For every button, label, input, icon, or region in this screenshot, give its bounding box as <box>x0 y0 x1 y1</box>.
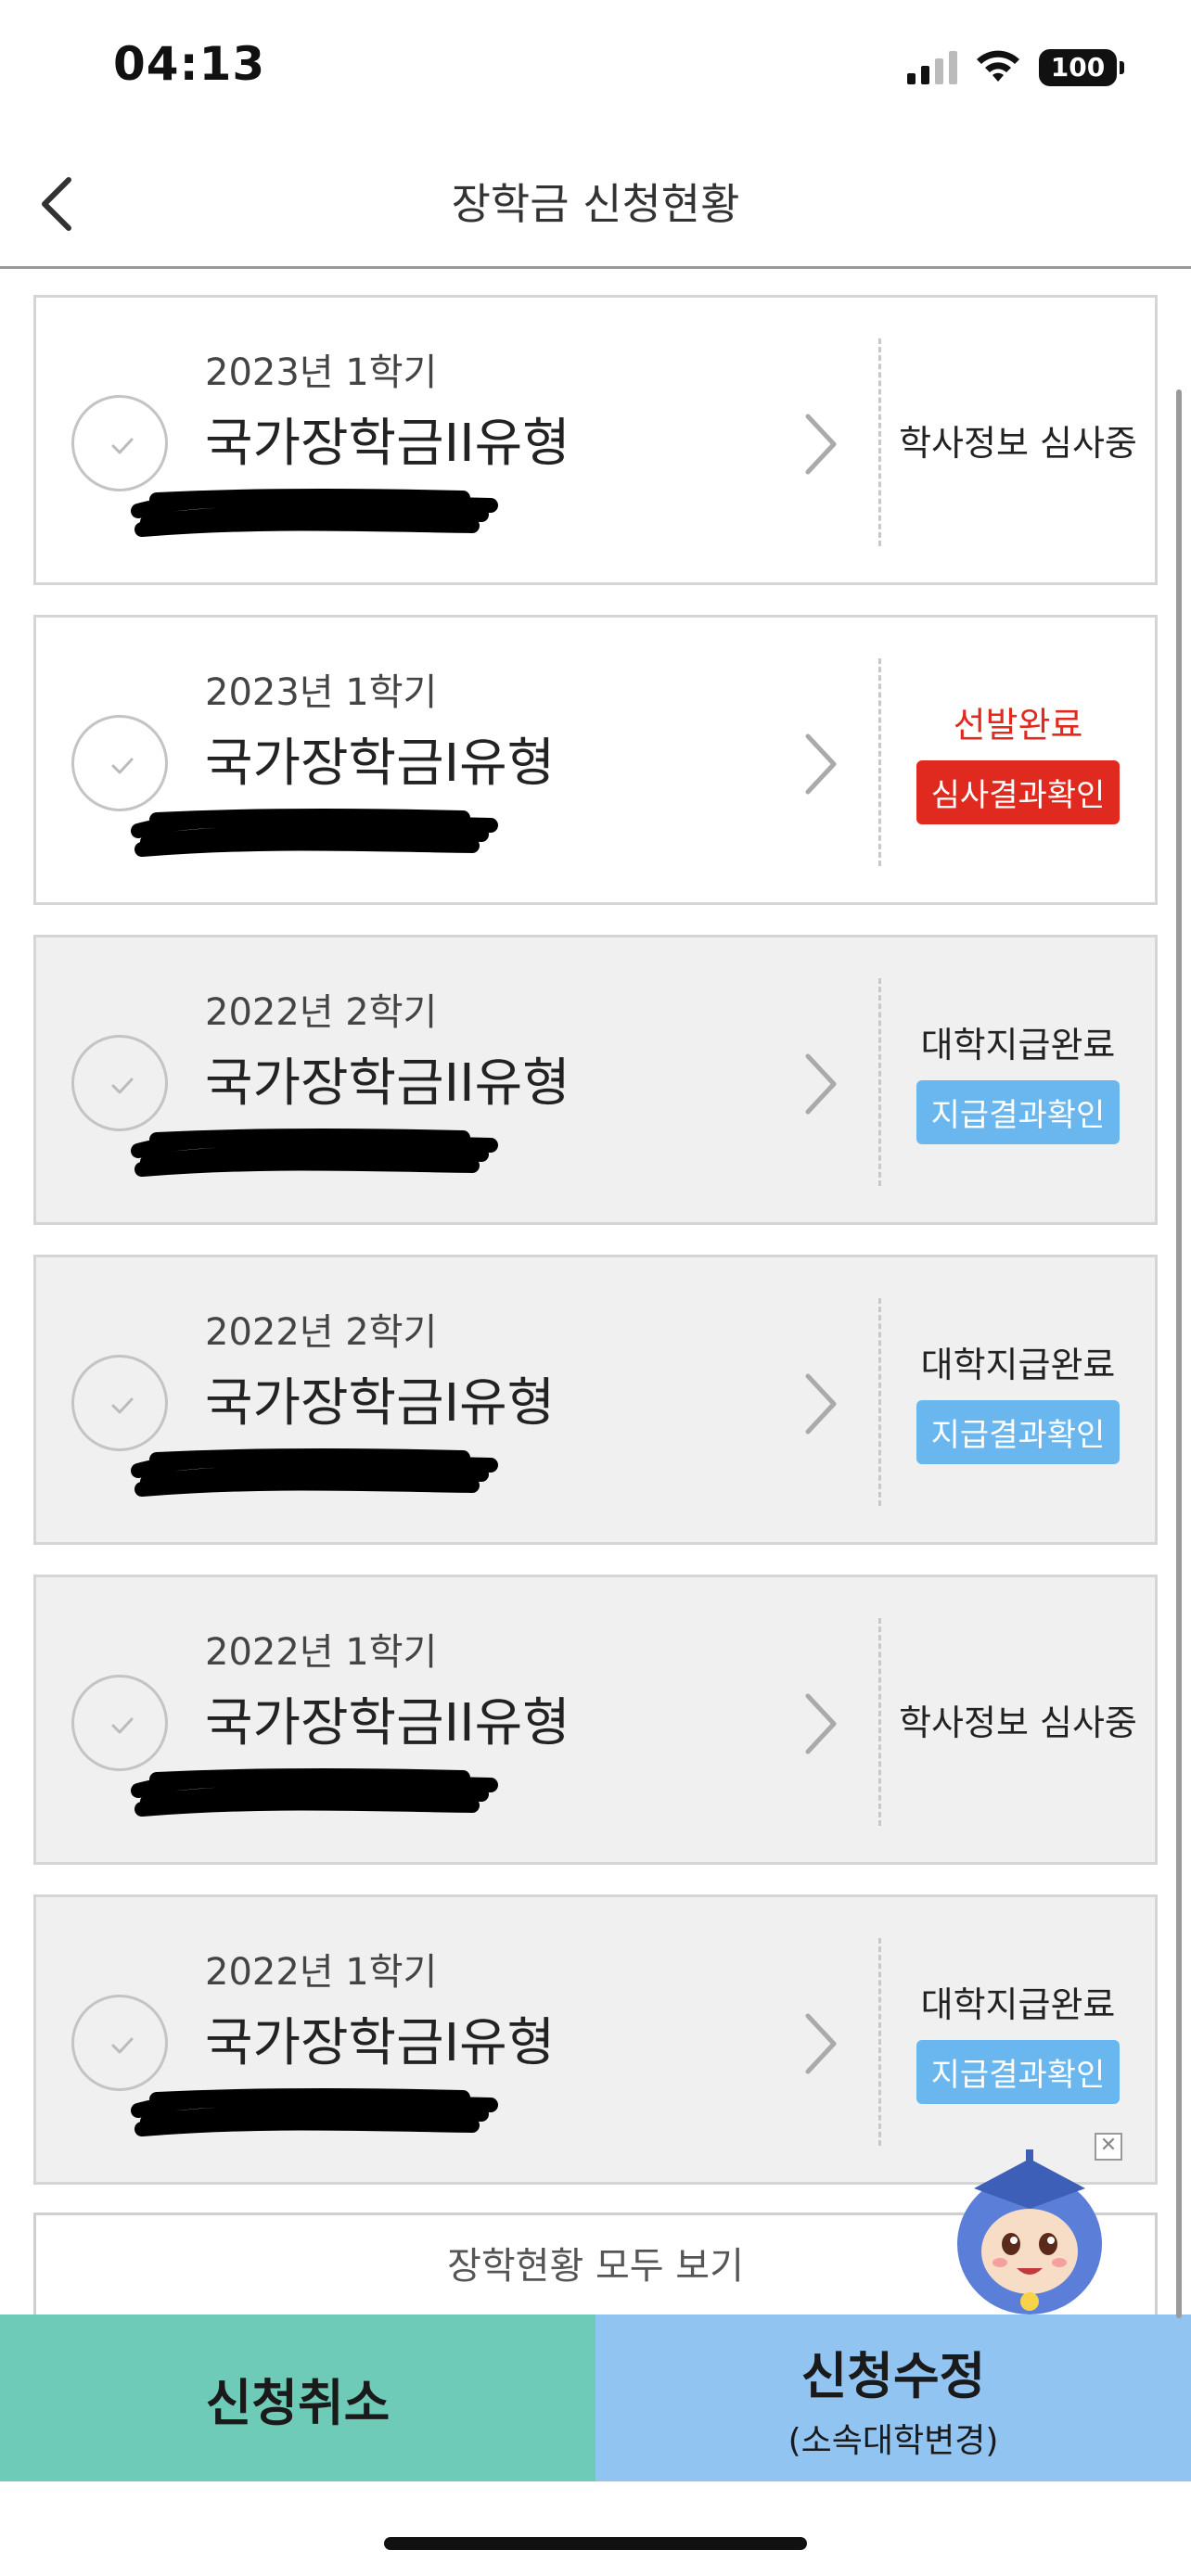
redaction-scribble <box>131 2088 498 2136</box>
redaction-scribble <box>131 1448 498 1497</box>
signal-icon <box>907 51 957 84</box>
mascot-character-icon[interactable] <box>946 2142 1113 2318</box>
card-result-button[interactable]: 지급결과확인 <box>916 1079 1121 1144</box>
application-list: 2023년 1학기 국가장학금II유형 경기대학교 학부 학사정보 심사중 20… <box>33 295 1158 2214</box>
status-icons: 100 <box>907 45 1124 91</box>
application-card[interactable]: 2023년 1학기 국가장학금II유형 경기대학교 학부 학사정보 심사중 <box>33 295 1158 585</box>
card-result-button[interactable]: 지급결과확인 <box>916 2039 1121 2104</box>
card-scholarship-name: 국가장학금I유형 <box>205 2013 556 2073</box>
card-scholarship-name: 국가장학금I유형 <box>205 733 556 794</box>
card-term: 2022년 2학기 <box>205 991 438 1034</box>
chevron-right-icon[interactable] <box>797 407 843 481</box>
card-status: 대학지급완료 <box>920 1983 1116 2025</box>
modify-sublabel: (소속대학변경) <box>788 2421 999 2460</box>
status-bar: 04:13 100 <box>0 0 1191 139</box>
card-scholarship-name: 국가장학금II유형 <box>205 1693 570 1753</box>
check-circle-icon[interactable] <box>71 1355 168 1451</box>
modify-label: 신청수정 <box>800 2346 986 2405</box>
page-title: 장학금 신청현황 <box>451 179 740 229</box>
card-term: 2022년 1학기 <box>205 1951 438 1994</box>
card-status-column: 학사정보 심사중 <box>881 298 1155 582</box>
card-term: 2022년 1학기 <box>205 1631 438 1674</box>
application-card[interactable]: 2022년 1학기 국가장학금II유형 경기대학교 학부 학사정보 심사중 <box>33 1575 1158 1865</box>
check-circle-icon[interactable] <box>71 1675 168 1771</box>
card-scholarship-name: 국가장학금I유형 <box>205 1373 556 1434</box>
chevron-right-icon[interactable] <box>797 727 843 801</box>
header: 장학금 신청현황 <box>0 139 1191 269</box>
scrollbar[interactable] <box>1176 389 1182 2318</box>
wifi-icon <box>977 50 1019 82</box>
application-card[interactable]: 2022년 2학기 국가장학금I유형 경기대학교 학부 대학지급완료 지급결과확… <box>33 1255 1158 1545</box>
battery-icon: 100 <box>1039 49 1124 86</box>
chevron-right-icon[interactable] <box>797 1367 843 1441</box>
redaction-scribble <box>131 1768 498 1817</box>
chevron-right-icon[interactable] <box>797 1047 843 1121</box>
card-result-button[interactable]: 지급결과확인 <box>916 1399 1121 1464</box>
card-term: 2023년 1학기 <box>205 671 438 714</box>
redaction-scribble <box>131 1129 498 1177</box>
card-term: 2022년 2학기 <box>205 1311 438 1354</box>
card-status: 대학지급완료 <box>920 1024 1116 1065</box>
card-status: 선발완료 <box>953 704 1083 746</box>
card-status: 학사정보 심사중 <box>899 1702 1137 1743</box>
redaction-scribble <box>131 809 498 857</box>
card-status-column: 대학지급완료 지급결과확인 <box>881 937 1155 1222</box>
card-scholarship-name: 국가장학금II유형 <box>205 1053 570 1114</box>
check-circle-icon[interactable] <box>71 715 168 811</box>
check-circle-icon[interactable] <box>71 1035 168 1131</box>
card-status-column: 학사정보 심사중 <box>881 1577 1155 1862</box>
modify-application-button[interactable]: 신청수정 (소속대학변경) <box>596 2315 1191 2481</box>
application-card[interactable]: 2022년 2학기 국가장학금II유형 경기대학교 학부 대학지급완료 지급결과… <box>33 935 1158 1225</box>
card-status-column: 선발완료 심사결과확인 <box>881 618 1155 902</box>
mascot-close-icon[interactable]: ✕ <box>1095 2133 1122 2161</box>
application-card[interactable]: 2023년 1학기 국가장학금I유형 경기대학교 학부 선발완료 심사결과확인 <box>33 615 1158 905</box>
card-scholarship-name: 국가장학금II유형 <box>205 414 570 474</box>
status-time: 04:13 <box>113 37 266 91</box>
home-indicator[interactable] <box>384 2537 807 2550</box>
card-status: 대학지급완료 <box>920 1344 1116 1385</box>
cancel-application-button[interactable]: 신청취소 <box>0 2315 596 2481</box>
chevron-right-icon[interactable] <box>797 2007 843 2081</box>
card-result-button[interactable]: 심사결과확인 <box>916 759 1121 824</box>
card-status: 학사정보 심사중 <box>899 423 1137 464</box>
chevron-right-icon[interactable] <box>797 1687 843 1761</box>
card-status-column: 대학지급완료 지급결과확인 <box>881 1257 1155 1542</box>
check-circle-icon[interactable] <box>71 395 168 491</box>
card-term: 2023년 1학기 <box>205 351 438 394</box>
redaction-scribble <box>131 489 498 537</box>
bottom-action-bar: 신청취소 신청수정 (소속대학변경) <box>0 2315 1191 2481</box>
check-circle-icon[interactable] <box>71 1995 168 2091</box>
